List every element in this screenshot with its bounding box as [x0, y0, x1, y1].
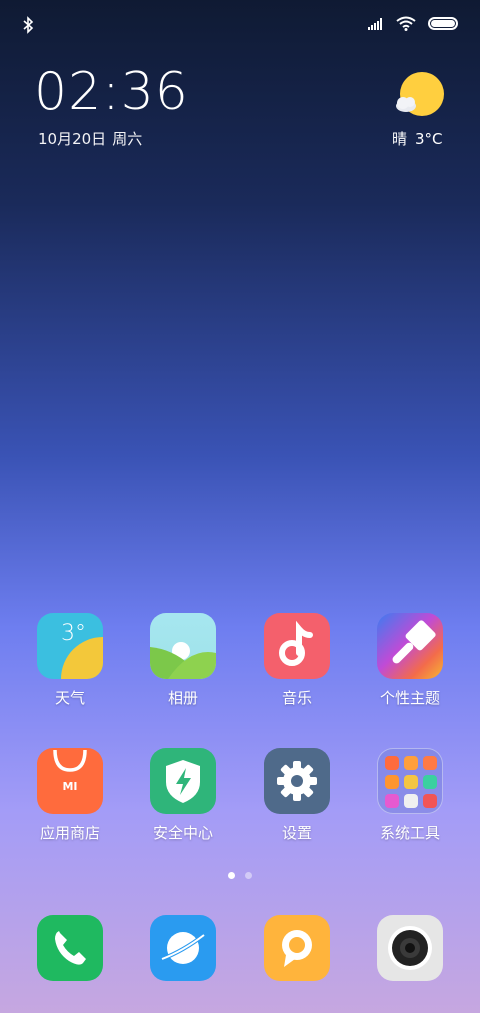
- app-weather[interactable]: 3° 天气: [15, 613, 125, 708]
- app-settings[interactable]: 设置: [242, 748, 352, 843]
- status-bar: [0, 0, 480, 50]
- gallery-app-icon: [150, 613, 216, 679]
- phone-app-icon: [37, 915, 103, 981]
- folder-system-tools[interactable]: 系统工具: [355, 748, 465, 843]
- wifi-icon: [396, 16, 416, 31]
- app-themes[interactable]: 个性主题: [355, 613, 465, 708]
- dock-phone[interactable]: [15, 915, 125, 981]
- weather-temperature: 3°C: [415, 130, 443, 148]
- page-indicator: [0, 872, 480, 879]
- battery-fill: [431, 20, 455, 27]
- camera-app-icon: [377, 915, 443, 981]
- signal-icon: [368, 17, 382, 30]
- app-label: 设置: [281, 824, 312, 842]
- weekday-text: 周六: [112, 130, 143, 148]
- page-dot-active[interactable]: [228, 872, 235, 879]
- page-dot[interactable]: [245, 872, 252, 879]
- app-label: 安全中心: [152, 824, 213, 842]
- date-text: 10月20日: [38, 130, 107, 148]
- app-store-badge: MI: [62, 780, 78, 793]
- app-label: 系统工具: [379, 824, 440, 842]
- dock-camera[interactable]: [355, 915, 465, 981]
- app-music[interactable]: 音乐: [242, 613, 352, 708]
- app-label: 个性主题: [379, 689, 440, 707]
- app-gallery[interactable]: 相册: [128, 613, 238, 708]
- dock-messages[interactable]: [242, 915, 352, 981]
- themes-app-icon: [377, 613, 443, 679]
- weather-summary[interactable]: 晴 3°C: [392, 128, 451, 149]
- weather-condition: 晴: [392, 130, 408, 148]
- music-app-icon: [264, 613, 330, 679]
- sun-cloud-icon[interactable]: [392, 68, 448, 124]
- app-store-icon: MI: [37, 748, 103, 814]
- bluetooth-icon: [23, 16, 34, 34]
- app-security[interactable]: 安全中心: [128, 748, 238, 843]
- weather-app-badge: 3°: [61, 621, 86, 646]
- browser-app-icon: [150, 915, 216, 981]
- security-app-icon: [150, 748, 216, 814]
- clock-date[interactable]: 10月20日 周六: [38, 128, 148, 149]
- folder-system-tools-icon: [377, 748, 443, 814]
- app-label: 相册: [167, 689, 198, 707]
- app-label: 应用商店: [39, 824, 100, 842]
- app-store[interactable]: MI 应用商店: [15, 748, 125, 843]
- weather-app-icon: 3°: [37, 613, 103, 679]
- clock-time[interactable]: 02:36: [34, 62, 189, 122]
- battery-indicator: [428, 17, 458, 30]
- settings-app-icon: [264, 748, 330, 814]
- dock-browser[interactable]: [128, 915, 238, 981]
- app-label: 天气: [54, 689, 85, 707]
- app-label: 音乐: [281, 689, 312, 707]
- messages-app-icon: [264, 915, 330, 981]
